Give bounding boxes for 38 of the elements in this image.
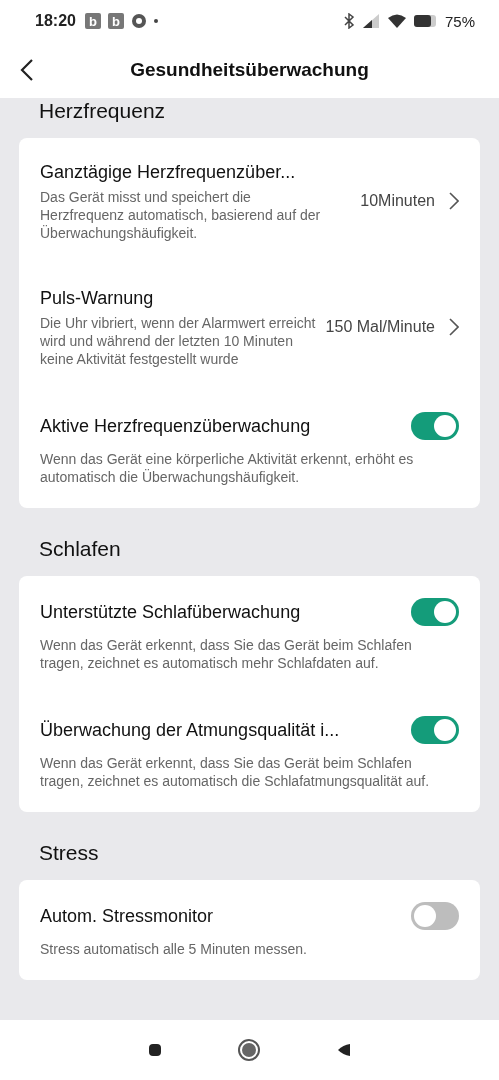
back-nav-icon[interactable] [337, 1043, 352, 1057]
recents-icon[interactable] [147, 1043, 162, 1057]
section-heading: Herzfrequenz [38, 98, 167, 124]
browser-icon [130, 13, 147, 29]
chevron-right-icon[interactable] [449, 318, 459, 336]
setting-title: Aktive Herzfrequenzüberwachung [40, 415, 311, 438]
setting-description: Wenn das Gerät erkennt, dass Sie das Gerät beim Schlafen tragen, zeichnet es automatisch mehr Schlafdaten auf. [40, 636, 413, 672]
setting-description: Stress automatisch alle 5 Minuten messen. [40, 940, 308, 958]
toggle-switch[interactable] [411, 598, 459, 626]
bluetooth-icon [342, 13, 355, 29]
battery-icon [413, 14, 438, 28]
setting-title: Autom. Stressmonitor [40, 905, 214, 928]
setting-title: Puls-Warnung [40, 287, 154, 310]
chevron-right-icon[interactable] [449, 192, 459, 210]
section-heading: Schlafen [38, 536, 122, 562]
toggle-switch[interactable] [411, 716, 459, 744]
setting-description: Die Uhr vibriert, wenn der Alarmwert erreicht wird und während der letzten 10 Minuten keine Aktivität festgestellt wurde [40, 314, 316, 368]
notification-badge: b [107, 13, 124, 29]
setting-title: Ganztägige Herzfrequenzüber... [40, 161, 296, 184]
setting-description: Das Gerät misst und speichert die Herzfrequenz automatisch, basierend auf der Überwachungshäufigkeit. [40, 188, 322, 242]
home-icon[interactable] [237, 1038, 262, 1062]
wifi-icon [386, 13, 407, 29]
toggle-switch[interactable] [411, 412, 459, 440]
notification-badge: b [84, 13, 101, 29]
setting-title: Unterstützte Schlafüberwachung [40, 601, 301, 624]
setting-description: Wenn das Gerät erkennt, dass Sie das Gerät beim Schlafen tragen, zeichnet es automatisch die Schlafatmungsqualität auf. [40, 754, 431, 790]
status-time: 18:20 [35, 12, 76, 30]
page-title: Gesundheitsüberwachung [130, 59, 369, 81]
setting-description: Wenn das Gerät eine körperliche Aktivität erkennt, erhöht es automatisch die Überwachungshäufigkeit. [40, 450, 415, 486]
toggle-switch[interactable] [411, 902, 459, 930]
setting-title: Überwachung der Atmungsqualität i... [40, 719, 340, 742]
setting-value[interactable]: 10Minuten [360, 192, 435, 210]
back-icon[interactable] [20, 58, 34, 82]
section-heading: Stress [38, 840, 100, 866]
signal-icon [361, 13, 380, 29]
dot-icon [153, 19, 158, 23]
battery-percentage: 75% [444, 12, 475, 30]
setting-value[interactable]: 150 Mal/Minute [325, 318, 435, 336]
